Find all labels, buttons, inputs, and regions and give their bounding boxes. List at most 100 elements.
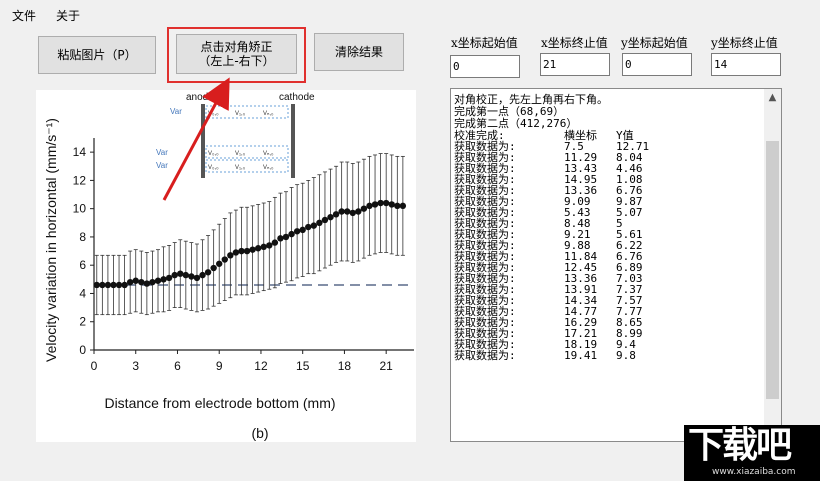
x-end-label: x坐标终止值	[541, 36, 608, 50]
data-point	[254, 245, 262, 252]
annotation-arrow	[162, 77, 230, 201]
arrow-line	[162, 77, 230, 201]
data-point	[227, 252, 234, 259]
data-points	[93, 199, 407, 289]
output-row-y: 9.8	[616, 349, 636, 362]
paste-image-button[interactable]: 粘贴图片（P）	[38, 36, 156, 74]
data-point	[371, 201, 379, 208]
paste-image-label: 粘贴图片（P）	[57, 48, 137, 62]
data-point	[149, 278, 156, 286]
data-point	[160, 276, 167, 283]
data-point	[377, 199, 384, 207]
x-tick-label: 18	[338, 359, 352, 373]
x-end-input[interactable]	[540, 53, 610, 76]
data-point	[171, 271, 178, 279]
results-textbox[interactable]: 对角校正，先左上角再右下角。 完成第一点（68,69） 完成第二点（412,276）…	[450, 88, 782, 442]
x-tick-label: 3	[132, 359, 139, 373]
y-tick-label: 8	[79, 230, 86, 244]
data-point	[327, 213, 334, 221]
y-tick-label: 0	[79, 343, 86, 357]
x-tick-label: 0	[91, 359, 98, 373]
data-point	[260, 243, 267, 251]
data-point	[126, 278, 134, 286]
diagonal-correction-line1: 点击对角矫正	[200, 40, 273, 54]
data-point	[216, 260, 223, 267]
y-end-label: y坐标终止值	[711, 36, 778, 50]
data-point	[310, 222, 318, 229]
data-point	[243, 247, 251, 255]
data-point	[188, 273, 195, 280]
y-tick-label: 4	[79, 286, 86, 300]
data-point	[299, 226, 306, 234]
menu-bar: 文件 关于	[0, 0, 820, 30]
data-point	[193, 274, 201, 282]
data-point	[221, 256, 228, 263]
diagonal-correction-line2: （左上-右下）	[198, 54, 275, 68]
data-point	[355, 208, 362, 215]
output-header-line: 对角校正，先左上角再右下角。	[454, 93, 608, 106]
data-point	[360, 205, 368, 212]
data-point	[138, 278, 145, 286]
data-point	[293, 228, 301, 235]
data-point	[388, 201, 395, 208]
menu-file[interactable]: 文件	[12, 7, 36, 24]
data-point	[132, 277, 139, 284]
y-axis-label: Velocity variation in horizontal (mm/s⁻¹…	[43, 118, 59, 362]
results-scrollbar[interactable]: ▲	[764, 89, 781, 441]
data-point	[165, 274, 173, 282]
data-point	[238, 247, 245, 255]
watermark-url: www.xiazaiba.com	[712, 467, 796, 477]
scroll-up-icon[interactable]: ▲	[764, 89, 781, 106]
output-row-x: 19.41	[564, 349, 598, 362]
data-point	[232, 249, 240, 256]
data-point	[332, 211, 340, 218]
x-tick-label: 9	[216, 359, 223, 373]
output-header-line: 完成第二点（412,276）	[454, 117, 578, 130]
data-point	[338, 208, 345, 215]
data-point	[177, 270, 184, 277]
data-point	[115, 281, 123, 289]
data-point	[399, 202, 407, 210]
inset-cell-3: Vₙ,₀	[263, 111, 274, 117]
x-tick-label: 21	[379, 359, 393, 373]
x-start-input[interactable]	[450, 55, 520, 78]
clear-results-button[interactable]: 清除结果	[314, 33, 404, 71]
cathode-label: cathode	[279, 92, 315, 103]
y-tick-label: 12	[73, 173, 87, 187]
output-header-line: 完成第一点（68,69）	[454, 105, 565, 118]
clear-results-label: 清除结果	[334, 45, 383, 59]
x-start-label: x坐标起始值	[451, 36, 518, 50]
data-point	[266, 242, 273, 249]
data-point	[382, 199, 390, 207]
watermark-logo: 下载吧 www.xiazaiba.com	[684, 425, 820, 481]
data-point	[288, 230, 295, 238]
data-point	[349, 209, 356, 217]
data-point	[366, 202, 373, 210]
data-point	[316, 219, 323, 226]
data-point	[271, 239, 279, 246]
output-row-prefix: 获取数据为:	[454, 349, 516, 362]
data-point	[199, 271, 206, 279]
y-tick-label: 14	[73, 145, 87, 159]
data-point	[93, 281, 100, 289]
inset-cell-6: Vₙ,₀	[263, 151, 274, 157]
menu-about[interactable]: 关于	[56, 7, 80, 24]
y-tick-label: 10	[73, 202, 87, 216]
data-point	[204, 269, 212, 276]
data-point	[121, 281, 128, 289]
scroll-thumb[interactable]	[766, 141, 779, 399]
y-start-input[interactable]	[622, 53, 692, 76]
data-point	[104, 281, 112, 289]
data-point	[99, 281, 106, 289]
data-point	[277, 235, 284, 242]
data-point	[282, 233, 290, 241]
diagonal-correction-button[interactable]: 点击对角矫正 （左上-右下）	[176, 34, 297, 74]
y-tick-label: 6	[79, 258, 86, 272]
y-tick-label: 2	[79, 315, 86, 329]
data-point	[210, 264, 217, 272]
cathode-bar	[291, 104, 295, 178]
data-point	[154, 277, 162, 284]
y-end-input[interactable]	[711, 53, 781, 76]
data-point	[344, 208, 351, 215]
data-point	[143, 280, 151, 287]
